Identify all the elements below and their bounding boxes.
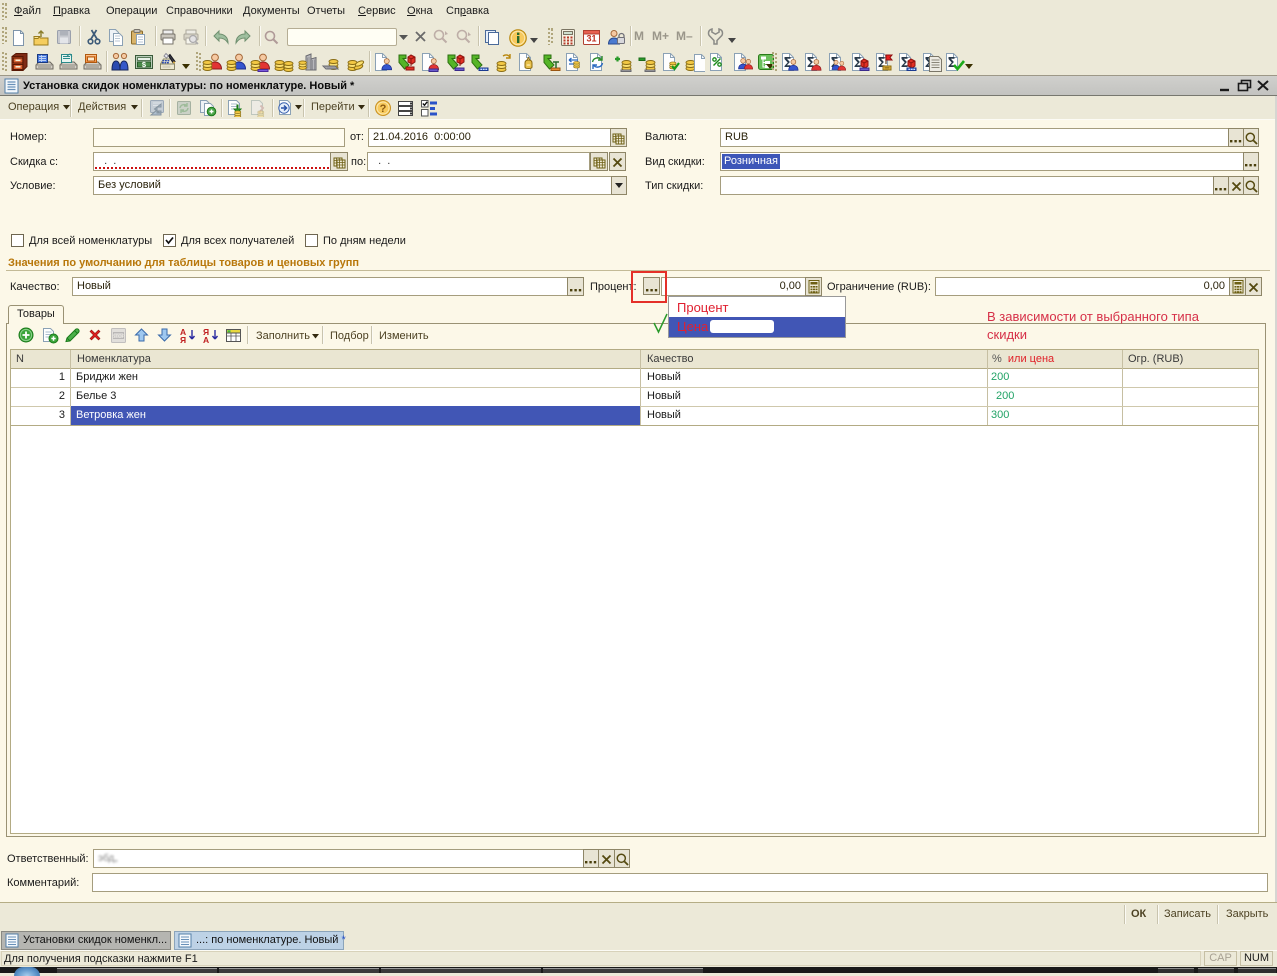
- svg-text:Я: Я: [180, 335, 186, 344]
- svg-text:А: А: [203, 335, 209, 344]
- svg-text:STOP: STOP: [112, 334, 124, 339]
- svg-text:31: 31: [586, 34, 596, 44]
- svg-text:?: ?: [380, 103, 387, 115]
